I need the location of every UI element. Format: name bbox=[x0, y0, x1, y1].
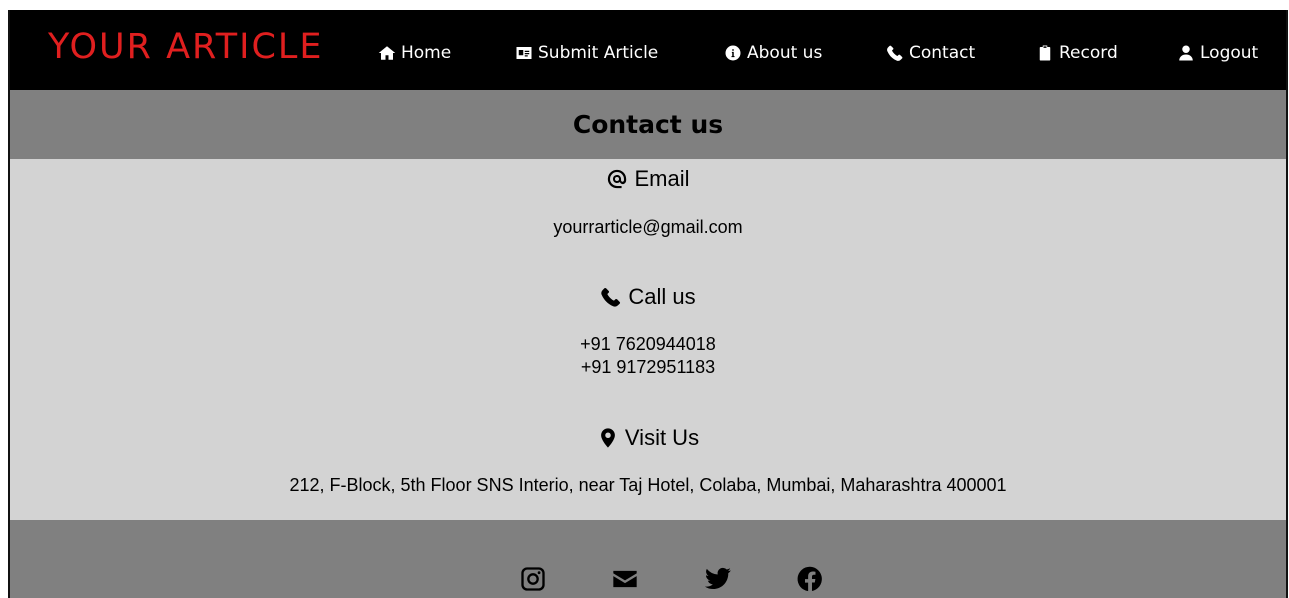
call-heading: Call us bbox=[10, 284, 1286, 310]
user-icon bbox=[1179, 45, 1193, 61]
nav-submit-article-label: Submit Article bbox=[538, 42, 659, 63]
footer bbox=[10, 520, 1286, 598]
nav-record-label: Record bbox=[1059, 42, 1118, 63]
info-icon bbox=[725, 45, 741, 61]
nav-record[interactable]: Record bbox=[1036, 44, 1118, 62]
phone-icon bbox=[887, 45, 903, 61]
call-heading-label: Call us bbox=[628, 284, 696, 309]
clipboard-icon bbox=[1039, 45, 1051, 61]
address: 212, F-Block, 5th Floor SNS Interio, nea… bbox=[289, 475, 1007, 495]
nav-logout[interactable]: Logout bbox=[1177, 44, 1258, 62]
email-heading: Email bbox=[10, 166, 1286, 192]
page-frame: YOUR ARTICLE Home Submit Article About u… bbox=[8, 10, 1288, 598]
nav-home[interactable]: Home bbox=[378, 44, 451, 62]
instagram-link[interactable] bbox=[519, 565, 547, 593]
visit-heading-label: Visit Us bbox=[624, 425, 700, 450]
envelope-icon bbox=[613, 570, 637, 588]
facebook-icon bbox=[797, 566, 822, 592]
nav-logout-label: Logout bbox=[1200, 42, 1259, 63]
nav-home-label: Home bbox=[401, 42, 452, 63]
nav-contact-label: Contact bbox=[909, 42, 976, 63]
nav-about-us-label: About us bbox=[747, 42, 823, 63]
email-heading-label: Email bbox=[634, 166, 690, 191]
phone-icon bbox=[601, 287, 621, 307]
email-address[interactable]: yourrarticle@gmail.com bbox=[10, 216, 1286, 239]
nav-about-us[interactable]: About us bbox=[724, 44, 822, 62]
email-link[interactable] bbox=[611, 565, 639, 593]
home-icon bbox=[378, 46, 396, 60]
map-pin-icon bbox=[601, 428, 615, 448]
facebook-link[interactable] bbox=[796, 565, 824, 593]
twitter-icon bbox=[704, 567, 731, 590]
visit-heading: Visit Us bbox=[10, 425, 1286, 451]
brand-logo[interactable]: YOUR ARTICLE bbox=[48, 30, 324, 65]
phone-number-1[interactable]: +91 7620944018 bbox=[10, 333, 1286, 356]
phone-number-2[interactable]: +91 9172951183 bbox=[10, 356, 1286, 379]
page-title: Contact us bbox=[572, 110, 724, 139]
twitter-link[interactable] bbox=[704, 565, 732, 593]
id-card-icon bbox=[516, 47, 532, 59]
instagram-icon bbox=[521, 567, 545, 591]
at-icon bbox=[608, 169, 627, 189]
title-bar: Contact us bbox=[10, 90, 1286, 159]
nav-contact[interactable]: Contact bbox=[886, 44, 975, 62]
nav-submit-article[interactable]: Submit Article bbox=[515, 44, 658, 62]
navbar: YOUR ARTICLE Home Submit Article About u… bbox=[10, 10, 1286, 90]
